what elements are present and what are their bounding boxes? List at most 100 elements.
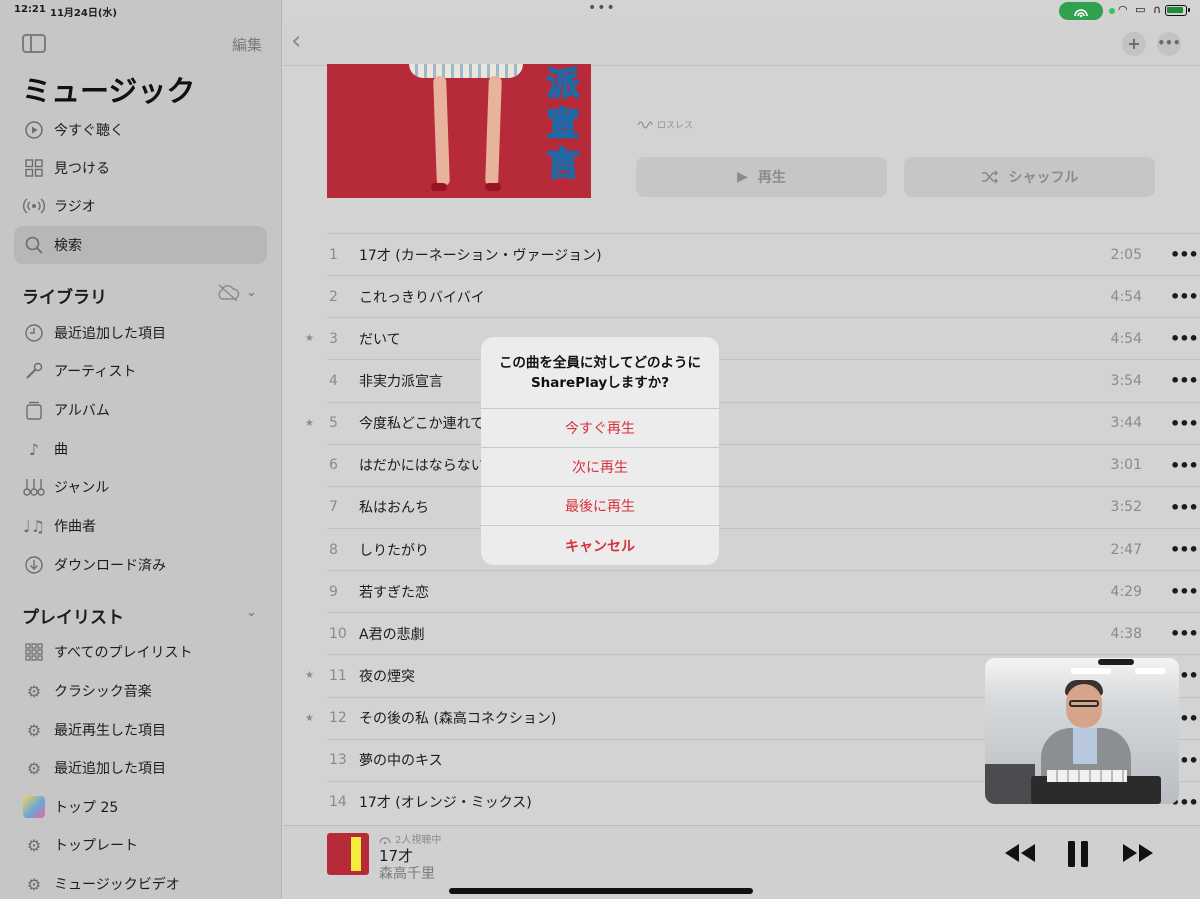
track-row[interactable]: ★ 3 だいて 4:54 ••• xyxy=(305,317,1200,359)
navigation-bar: ‹ + ••• xyxy=(283,22,1200,66)
sidebar-item-genres[interactable]: ジャンル xyxy=(14,468,267,506)
status-date: 11月24日(水) xyxy=(50,8,117,19)
sidebar-item-browse[interactable]: 見つける xyxy=(14,149,267,187)
shareplay-listening-status: 2人視聴中 xyxy=(379,831,441,846)
sidebar-item-label: 曲 xyxy=(54,442,68,458)
mini-player-artwork[interactable] xyxy=(327,833,369,875)
play-last-button[interactable]: 最後に再生 xyxy=(481,487,719,526)
play-now-button[interactable]: 今すぐ再生 xyxy=(481,409,719,448)
cloud-off-icon[interactable] xyxy=(216,284,240,302)
track-number: 10 xyxy=(329,625,347,642)
library-heading[interactable]: ライブラリ xyxy=(22,283,107,308)
play-next-button[interactable]: 次に再生 xyxy=(481,448,719,487)
back-chevron-icon[interactable]: ‹ xyxy=(291,28,301,54)
mini-player[interactable]: 2人視聴中 17才 森高千里 xyxy=(283,825,1200,899)
status-time: 12:21 xyxy=(14,4,46,15)
sidebar-item-label: ダウンロード済み xyxy=(54,558,166,574)
shuffle-button[interactable]: シャッフル xyxy=(904,157,1155,197)
sidebar-item-label: トップ 25 xyxy=(54,800,119,816)
track-more-icon[interactable]: ••• xyxy=(1170,287,1200,306)
chevron-down-icon[interactable]: ⌄ xyxy=(246,605,257,620)
sidebar-item-recently-added[interactable]: 最近追加した項目 xyxy=(14,314,267,352)
track-number: 9 xyxy=(329,583,338,600)
facetime-video-pip[interactable] xyxy=(985,658,1179,804)
lossless-badge: ロスレス xyxy=(637,118,693,131)
sidebar-item-classical[interactable]: ⚙ クラシック音楽 xyxy=(14,672,267,710)
track-row[interactable]: 10 A君の悲劇 4:38 ••• xyxy=(327,612,1200,654)
cancel-button[interactable]: キャンセル xyxy=(481,526,719,565)
microphone-icon xyxy=(14,362,54,380)
sidebar-item-top-25[interactable]: トップ 25 xyxy=(14,788,267,826)
pause-icon[interactable] xyxy=(1067,840,1089,868)
playlists-heading[interactable]: プレイリスト xyxy=(22,603,124,628)
track-number: 14 xyxy=(329,794,347,811)
shareplay-icon xyxy=(379,836,391,844)
more-icon[interactable]: ••• xyxy=(1157,32,1181,56)
sidebar-item-radio[interactable]: ラジオ xyxy=(14,187,267,225)
edit-button[interactable]: 編集 xyxy=(232,34,262,55)
track-more-icon[interactable]: ••• xyxy=(1170,329,1200,348)
shuffle-label: シャッフル xyxy=(1008,170,1079,186)
sidebar-toggle-icon[interactable] xyxy=(22,34,46,53)
rewind-icon[interactable] xyxy=(1003,842,1037,864)
track-more-icon[interactable]: ••• xyxy=(1170,371,1200,390)
track-duration: 3:44 xyxy=(1110,415,1142,432)
sidebar-item-listen-now[interactable]: 今すぐ聴く xyxy=(14,111,267,149)
track-number: 7 xyxy=(329,499,338,516)
track-more-icon[interactable]: ••• xyxy=(1170,582,1200,601)
track-row[interactable]: 7 私はおんち 3:52 ••• xyxy=(327,485,1200,528)
sidebar-item-label: ジャンル xyxy=(54,480,110,496)
track-row[interactable]: 6 はだかにはならない 3:01 ••• xyxy=(327,443,1200,486)
track-more-icon[interactable]: ••• xyxy=(1170,498,1200,517)
track-more-icon[interactable]: ••• xyxy=(1170,540,1200,559)
track-title: 17才 (オレンジ・ミックス) xyxy=(359,795,532,812)
sidebar-item-artists[interactable]: アーティスト xyxy=(14,352,267,390)
sidebar-item-top-rated[interactable]: ⚙ トップレート xyxy=(14,826,267,864)
sidebar-item-label: アルバム xyxy=(54,403,110,419)
track-row[interactable]: 8 しりたがり 2:47 ••• xyxy=(327,527,1200,570)
sidebar-item-music-videos[interactable]: ⚙ ミュージックビデオ xyxy=(14,865,267,899)
track-more-icon[interactable]: ••• xyxy=(1170,456,1200,475)
track-more-icon[interactable]: ••• xyxy=(1170,414,1200,433)
fast-forward-icon[interactable] xyxy=(1121,842,1155,864)
sidebar: 編集 ミュージック 今すぐ聴く 見つける ラジオ 検索 ライブラリ ⌄ 最近追加… xyxy=(0,0,282,899)
now-playing-artist: 森高千里 xyxy=(379,866,435,882)
sidebar-item-albums[interactable]: アルバム xyxy=(14,391,267,429)
add-icon[interactable]: + xyxy=(1122,32,1146,56)
battery-icon xyxy=(1165,5,1190,16)
multitasking-dots-icon[interactable]: ••• xyxy=(588,0,616,16)
sidebar-item-search[interactable]: 検索 xyxy=(14,226,267,264)
sidebar-item-recently-added-playlist[interactable]: ⚙ 最近追加した項目 xyxy=(14,749,267,787)
track-row[interactable]: ★ 5 今度私どこか連れて 3:44 ••• xyxy=(305,401,1200,444)
home-indicator[interactable] xyxy=(449,888,753,894)
track-row[interactable]: 9 若すぎた恋 4:29 ••• xyxy=(327,570,1200,612)
star-icon: ★ xyxy=(305,712,314,724)
track-duration: 3:54 xyxy=(1110,372,1142,389)
play-button[interactable]: ▶ 再生 xyxy=(636,157,887,197)
sidebar-item-label: 最近再生した項目 xyxy=(54,723,166,739)
track-number: 1 xyxy=(329,246,338,263)
sidebar-item-composers[interactable]: ♩♫ 作曲者 xyxy=(14,507,267,545)
shareplay-status-pill[interactable] xyxy=(1059,2,1103,20)
chevron-down-icon[interactable]: ⌄ xyxy=(246,285,257,300)
sidebar-item-downloaded[interactable]: ダウンロード済み xyxy=(14,546,267,584)
track-row[interactable]: 4 非実力派宣言 3:54 ••• xyxy=(327,359,1200,401)
gear-icon: ⚙ xyxy=(26,720,42,740)
track-more-icon[interactable]: ••• xyxy=(1170,245,1200,264)
shuffle-icon xyxy=(981,170,998,184)
star-icon: ★ xyxy=(305,417,314,429)
track-row[interactable]: 1 17才 (カーネーション・ヴァージョン) 2:05 ••• xyxy=(327,233,1200,275)
notes-icon: ♩♫ xyxy=(23,516,45,536)
sidebar-item-recently-played[interactable]: ⚙ 最近再生した項目 xyxy=(14,711,267,749)
track-more-icon[interactable]: ••• xyxy=(1170,624,1200,643)
guitars-icon xyxy=(14,477,54,497)
album-artwork[interactable]: 派宣言 xyxy=(327,64,591,198)
track-duration: 3:01 xyxy=(1110,457,1142,474)
track-number: 2 xyxy=(329,288,338,305)
track-duration: 4:38 xyxy=(1110,625,1142,642)
dialog-title: この曲を全員に対してどのようにSharePlayしますか? xyxy=(481,337,719,409)
sidebar-item-songs[interactable]: ♪ 曲 xyxy=(14,430,267,468)
gear-icon: ⚙ xyxy=(26,874,42,894)
sidebar-item-all-playlists[interactable]: すべてのプレイリスト xyxy=(14,633,267,671)
track-row[interactable]: 2 これっきりバイバイ 4:54 ••• xyxy=(327,275,1200,317)
